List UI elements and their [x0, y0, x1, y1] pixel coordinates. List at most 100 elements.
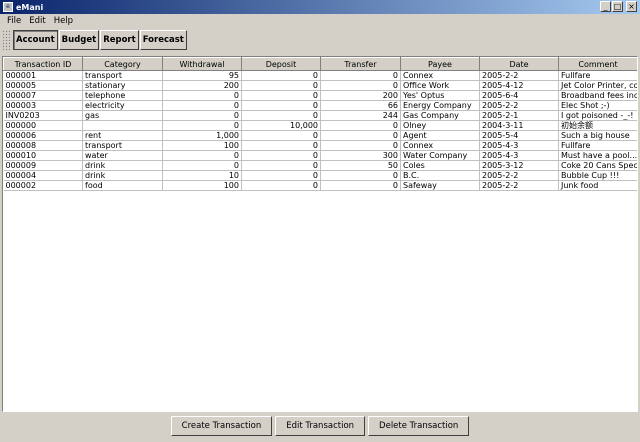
- table-cell[interactable]: 0: [162, 90, 242, 101]
- table-cell[interactable]: 300: [320, 150, 401, 161]
- delete-transaction-button[interactable]: Delete Transaction: [368, 416, 470, 436]
- table-cell[interactable]: 2005-2-1: [479, 110, 559, 121]
- forecast-button[interactable]: Forecast: [139, 30, 187, 50]
- table-cell[interactable]: Broadband fees inc.: [558, 90, 637, 101]
- table-cell[interactable]: Coke 20 Cans Special: [558, 160, 637, 171]
- table-cell[interactable]: Coles: [400, 160, 480, 171]
- table-cell[interactable]: Connex: [400, 140, 480, 151]
- menu-help[interactable]: Help: [50, 16, 77, 26]
- table-cell[interactable]: 200: [320, 90, 401, 101]
- report-button[interactable]: Report: [100, 30, 139, 50]
- maximize-icon[interactable]: □: [612, 1, 623, 12]
- table-cell[interactable]: 2005-2-2: [479, 180, 559, 191]
- table-cell[interactable]: 100: [162, 180, 242, 191]
- table-cell[interactable]: I got poisoned -_-!: [558, 110, 637, 121]
- table-cell[interactable]: 0: [241, 170, 321, 181]
- table-cell[interactable]: 0: [241, 90, 321, 101]
- table-cell[interactable]: 10,000: [241, 120, 321, 131]
- table-cell[interactable]: 000002: [3, 180, 83, 191]
- table-cell[interactable]: 0: [320, 120, 401, 131]
- table-cell[interactable]: 244: [320, 110, 401, 121]
- table-cell[interactable]: 000003: [3, 100, 83, 111]
- table-cell[interactable]: rent: [82, 130, 163, 141]
- table-cell[interactable]: 0: [320, 180, 401, 191]
- column-header-transaction-id[interactable]: Transaction ID: [3, 57, 83, 71]
- table-cell[interactable]: 2005-2-2: [479, 170, 559, 181]
- table-cell[interactable]: Fullfare: [558, 140, 637, 151]
- table-cell[interactable]: B.C.: [400, 170, 480, 181]
- table-cell[interactable]: 000010: [3, 150, 83, 161]
- table-cell[interactable]: 0: [320, 80, 401, 91]
- table-cell[interactable]: [82, 120, 163, 131]
- column-header-withdrawal[interactable]: Withdrawal: [162, 57, 242, 71]
- table-cell[interactable]: 66: [320, 100, 401, 111]
- menu-edit[interactable]: Edit: [25, 16, 49, 26]
- table-cell[interactable]: Energy Company: [400, 100, 480, 111]
- table-cell[interactable]: 000000: [3, 120, 83, 131]
- table-row[interactable]: 000008 transport 100 0 0 Connex 2005-4-3 Fullfa…: [3, 140, 637, 151]
- table-cell[interactable]: 2005-3-12: [479, 160, 559, 171]
- table-row[interactable]: INV0203 gas 0 0 244 Gas Company 2005-2-1 I got …: [3, 110, 637, 121]
- table-cell[interactable]: 0: [162, 110, 242, 121]
- table-cell[interactable]: 初始余额: [558, 120, 637, 131]
- table-cell[interactable]: 0: [241, 160, 321, 171]
- table-cell[interactable]: Junk food: [558, 180, 637, 191]
- table-cell[interactable]: 0: [241, 70, 321, 81]
- table-row[interactable]: 000004 drink 10 0 0 B.C. 2005-2-2 Bubble Cup !!…: [3, 170, 637, 181]
- table-cell[interactable]: 95: [162, 70, 242, 81]
- table-row[interactable]: 000007 telephone 0 0 200 Yes' Optus 2005-6-4 Br…: [3, 90, 637, 101]
- table-cell[interactable]: stationary: [82, 80, 163, 91]
- table-cell[interactable]: Olney: [400, 120, 480, 131]
- table-cell[interactable]: gas: [82, 110, 163, 121]
- table-cell[interactable]: drink: [82, 160, 163, 171]
- table-cell[interactable]: 0: [320, 70, 401, 81]
- budget-button[interactable]: Budget: [58, 30, 100, 50]
- table-cell[interactable]: Elec Shot ;-): [558, 100, 637, 111]
- table-cell[interactable]: 50: [320, 160, 401, 171]
- table-cell[interactable]: 000001: [3, 70, 83, 81]
- column-header-payee[interactable]: Payee: [400, 57, 480, 71]
- table-cell[interactable]: Yes' Optus: [400, 90, 480, 101]
- table-cell[interactable]: 0: [320, 170, 401, 181]
- table-cell[interactable]: INV0203: [3, 110, 83, 121]
- edit-transaction-button[interactable]: Edit Transaction: [275, 416, 366, 436]
- close-icon[interactable]: ×: [626, 1, 637, 12]
- table-cell[interactable]: 1,000: [162, 130, 242, 141]
- table-cell[interactable]: 2005-4-3: [479, 150, 559, 161]
- table-cell[interactable]: water: [82, 150, 163, 161]
- transaction-table[interactable]: Transaction ID Category Withdrawal Depos…: [2, 56, 638, 412]
- column-header-deposit[interactable]: Deposit: [241, 57, 321, 71]
- table-cell[interactable]: 100: [162, 140, 242, 151]
- menu-file[interactable]: File: [3, 16, 25, 26]
- table-cell[interactable]: Such a big house: [558, 130, 637, 141]
- table-cell[interactable]: drink: [82, 170, 163, 181]
- table-cell[interactable]: Bubble Cup !!!: [558, 170, 637, 181]
- minimize-icon[interactable]: _: [600, 1, 611, 12]
- table-cell[interactable]: Must have a pool...: [558, 150, 637, 161]
- table-cell[interactable]: 2005-4-12: [479, 80, 559, 91]
- account-button[interactable]: Account: [13, 30, 58, 50]
- table-cell[interactable]: 0: [162, 160, 242, 171]
- table-cell[interactable]: 0: [320, 130, 401, 141]
- table-cell[interactable]: electricity: [82, 100, 163, 111]
- table-cell[interactable]: 2005-2-2: [479, 100, 559, 111]
- table-cell[interactable]: 0: [241, 130, 321, 141]
- table-row[interactable]: 000001 transport 95 0 0 Connex 2005-2-2 Fullfar…: [3, 70, 637, 81]
- table-row[interactable]: 000003 electricity 0 0 66 Energy Company 2005-…: [3, 100, 637, 111]
- table-cell[interactable]: 000006: [3, 130, 83, 141]
- table-cell[interactable]: Agent: [400, 130, 480, 141]
- table-cell[interactable]: Connex: [400, 70, 480, 81]
- table-cell[interactable]: 0: [241, 180, 321, 191]
- table-cell[interactable]: 0: [241, 150, 321, 161]
- table-cell[interactable]: 0: [241, 110, 321, 121]
- column-header-date[interactable]: Date: [479, 57, 559, 71]
- table-row[interactable]: 000009 drink 0 0 50 Coles 2005-3-12 Coke 20 Can…: [3, 160, 637, 171]
- table-cell[interactable]: 200: [162, 80, 242, 91]
- column-header-comment[interactable]: Comment: [558, 57, 637, 71]
- table-row[interactable]: 000002 food 100 0 0 Safeway 2005-2-2 Junk food: [3, 180, 637, 191]
- table-cell[interactable]: 000004: [3, 170, 83, 181]
- table-cell[interactable]: Fullfare: [558, 70, 637, 81]
- table-cell[interactable]: transport: [82, 70, 163, 81]
- table-row[interactable]: 000005 stationary 200 0 0 Office Work 2005-4-1…: [3, 80, 637, 91]
- table-row[interactable]: 000010 water 0 0 300 Water Company 2005-4-3 Mus…: [3, 150, 637, 161]
